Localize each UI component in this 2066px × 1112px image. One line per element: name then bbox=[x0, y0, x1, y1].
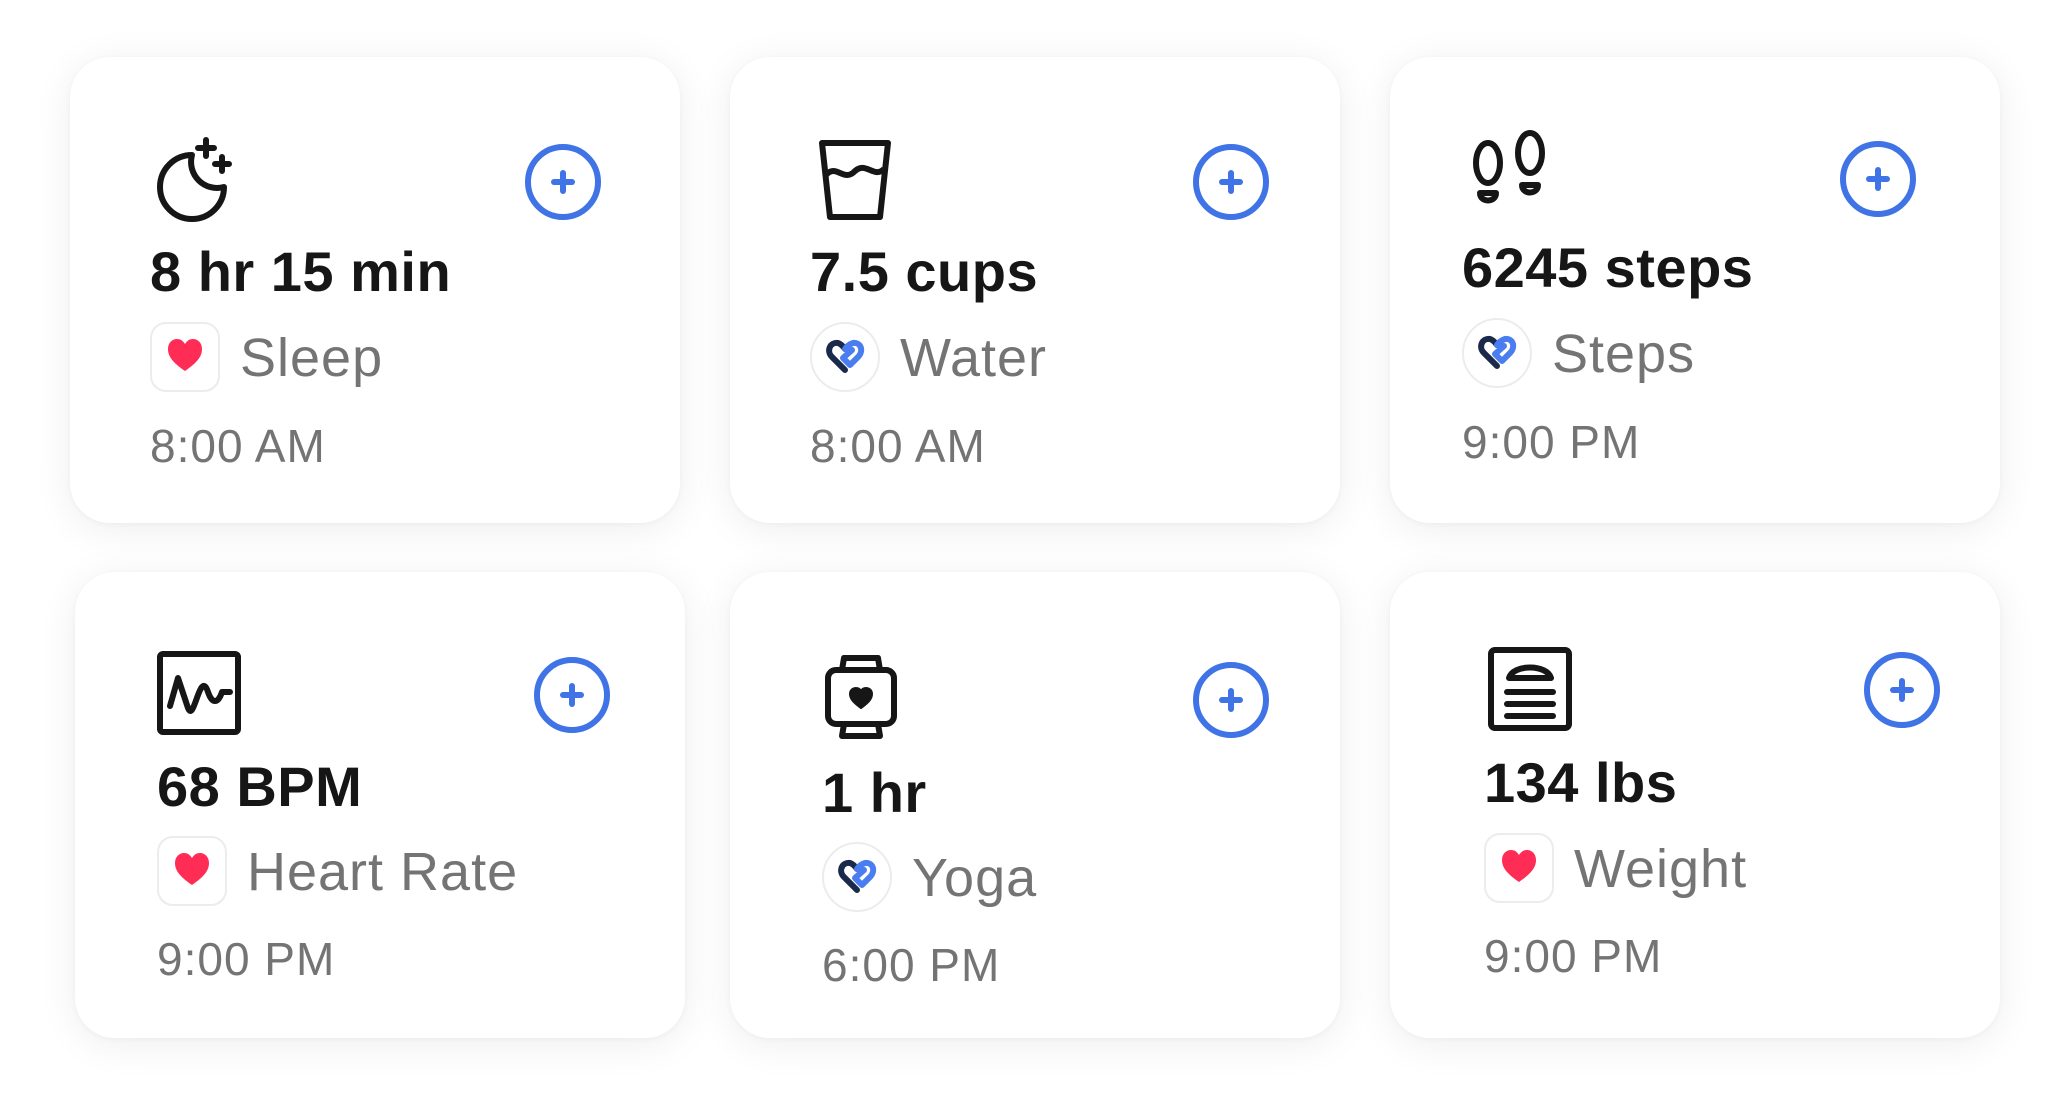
water-card[interactable]: 7.5 cups Water 8:00 AM bbox=[730, 57, 1340, 523]
weight-card[interactable]: 134 lbs Weight 9:00 PM bbox=[1390, 572, 2000, 1038]
yoga-value: 1 hr bbox=[822, 761, 927, 824]
sleep-value: 8 hr 15 min bbox=[150, 240, 452, 303]
steps-value: 6245 steps bbox=[1462, 236, 1754, 299]
add-heart-rate-button[interactable] bbox=[534, 657, 610, 733]
heart-rate-monitor-icon bbox=[154, 648, 244, 738]
weight-time: 9:00 PM bbox=[1484, 930, 1663, 982]
water-value: 7.5 cups bbox=[810, 240, 1039, 303]
heart-rate-value: 68 BPM bbox=[157, 755, 363, 818]
moon-stars-icon bbox=[148, 135, 238, 225]
weight-value: 134 lbs bbox=[1484, 751, 1678, 814]
yoga-source-label: Yoga bbox=[912, 848, 1038, 908]
apple-health-icon bbox=[157, 836, 227, 906]
steps-card[interactable]: 6245 steps Steps 9:00 PM bbox=[1390, 57, 2000, 523]
sleep-source-label: Sleep bbox=[240, 328, 384, 388]
add-steps-button[interactable] bbox=[1840, 141, 1916, 217]
footprints-icon bbox=[1466, 129, 1556, 219]
google-fit-icon bbox=[1462, 318, 1532, 388]
water-time: 8:00 AM bbox=[810, 420, 986, 472]
yoga-card[interactable]: 1 hr Yoga 6:00 PM bbox=[730, 572, 1340, 1038]
weight-scale-icon bbox=[1485, 644, 1575, 734]
google-fit-icon bbox=[822, 842, 892, 912]
heart-rate-time: 9:00 PM bbox=[157, 933, 336, 985]
add-water-button[interactable] bbox=[1193, 144, 1269, 220]
sleep-time: 8:00 AM bbox=[150, 420, 326, 472]
apple-health-icon bbox=[1484, 833, 1554, 903]
heart-rate-card[interactable]: 68 BPM Heart Rate 9:00 PM bbox=[75, 572, 685, 1038]
water-glass-icon bbox=[810, 135, 900, 225]
apple-health-icon bbox=[150, 322, 220, 392]
google-fit-icon bbox=[810, 322, 880, 392]
steps-time: 9:00 PM bbox=[1462, 416, 1641, 468]
heart-rate-source-label: Heart Rate bbox=[247, 842, 519, 902]
add-sleep-button[interactable] bbox=[525, 144, 601, 220]
yoga-time: 6:00 PM bbox=[822, 939, 1001, 991]
add-yoga-button[interactable] bbox=[1193, 662, 1269, 738]
steps-source-label: Steps bbox=[1552, 324, 1696, 384]
sleep-card[interactable]: 8 hr 15 min Sleep 8:00 AM bbox=[70, 57, 680, 523]
weight-source-label: Weight bbox=[1574, 839, 1748, 899]
smartwatch-heart-icon bbox=[816, 652, 906, 742]
add-weight-button[interactable] bbox=[1864, 652, 1940, 728]
water-source-label: Water bbox=[900, 328, 1048, 388]
